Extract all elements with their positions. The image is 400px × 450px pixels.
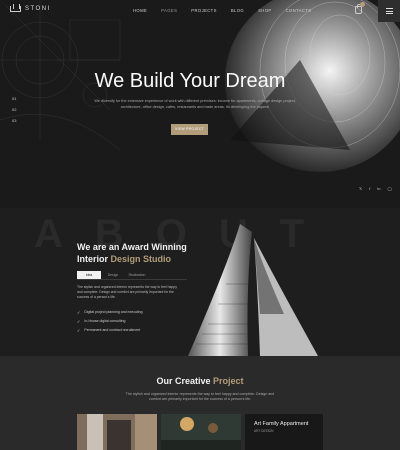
nav-item-pages[interactable]: PAGES [161,8,177,13]
view-project-button[interactable]: VIEW PROJECT [171,124,208,135]
about-tabs: Idea Design Realization [77,271,149,279]
linkedin-icon[interactable]: in [377,186,380,191]
projects-title: Our Creative Project [0,376,400,386]
hero-section: STONI HOME PAGES PROJECTS BLOG SHOP CONT… [0,0,400,208]
menu-button[interactable] [378,0,400,22]
feature-list: ✓ Digital project planning and executing … [77,309,143,333]
logo-icon [10,4,21,12]
slider-pagination: 01 02 03 [12,96,16,123]
facebook-icon[interactable]: f [369,186,370,191]
projects-section: Our Creative Project The stylish and org… [0,356,400,450]
list-item: ✓ In-House digital consulting [77,318,143,324]
about-title-accent: Design Studio [110,254,172,264]
about-body: The stylish and organized interior repre… [77,285,177,300]
main-nav: HOME PAGES PROJECTS BLOG SHOP CONTACTS [133,8,325,13]
slide-dot-1[interactable]: 01 [12,96,16,101]
tower-building-image [188,224,318,356]
projects-title-plain: Our Creative [156,376,213,386]
feature-label: Digital project planning and executing [84,310,143,314]
projects-subtitle: The stylish and organized interior repre… [125,392,275,402]
nav-item-shop[interactable]: SHOP [258,8,271,13]
about-title-line2: Interior [77,254,111,264]
nav-item-contacts[interactable]: CONTACTS [286,8,312,13]
logo[interactable]: STONI [10,4,51,12]
logo-text: STONI [25,6,51,12]
project-card-2[interactable] [161,414,241,450]
project-card-category: ART DESIGN [254,429,274,433]
tabs-divider [77,279,187,280]
tab-idea[interactable]: Idea [77,271,101,279]
check-icon: ✓ [77,309,81,315]
social-links: 𝕏 f in ◯ [359,186,392,191]
project-card-1[interactable] [77,414,157,450]
nav-item-home[interactable]: HOME [133,8,147,13]
project-card-title[interactable]: Art Family Appartment [254,421,308,427]
twitter-icon[interactable]: 𝕏 [359,186,362,191]
hero-title: We Build Your Dream [94,70,286,92]
projects-title-accent: Project [213,376,244,386]
check-icon: ✓ [77,327,81,333]
top-navigation-bar: STONI HOME PAGES PROJECTS BLOG SHOP CONT… [0,0,400,22]
interior-image [161,414,241,450]
feature-label: In-House digital consulting [84,319,126,323]
cart-count-badge [360,2,365,7]
project-card-3[interactable]: Art Family Appartment ART DESIGN [245,414,323,450]
tab-realization[interactable]: Realization [125,271,149,279]
tab-design[interactable]: Design [101,271,125,279]
hero-subtitle: We diversify for the extensive experienc… [94,99,296,109]
list-item: ✓ Permanent and contract recruitment [77,327,143,333]
nav-item-blog[interactable]: BLOG [231,8,244,13]
hamburger-icon [385,7,393,9]
slide-dot-2[interactable]: 02 [12,107,16,112]
list-item: ✓ Digital project planning and executing [77,309,143,315]
check-icon: ✓ [77,318,81,324]
about-title-line1: We are an Award Winning [77,242,187,252]
feature-label: Permanent and contract recruitment [84,328,141,332]
slide-dot-3[interactable]: 03 [12,118,16,123]
interior-image [77,414,157,450]
nav-item-projects[interactable]: PROJECTS [191,8,217,13]
instagram-icon[interactable]: ◯ [387,186,391,191]
shopping-bag-icon[interactable] [355,2,365,14]
about-section: ABOUT We are an Award Winning Interior D… [0,208,400,356]
